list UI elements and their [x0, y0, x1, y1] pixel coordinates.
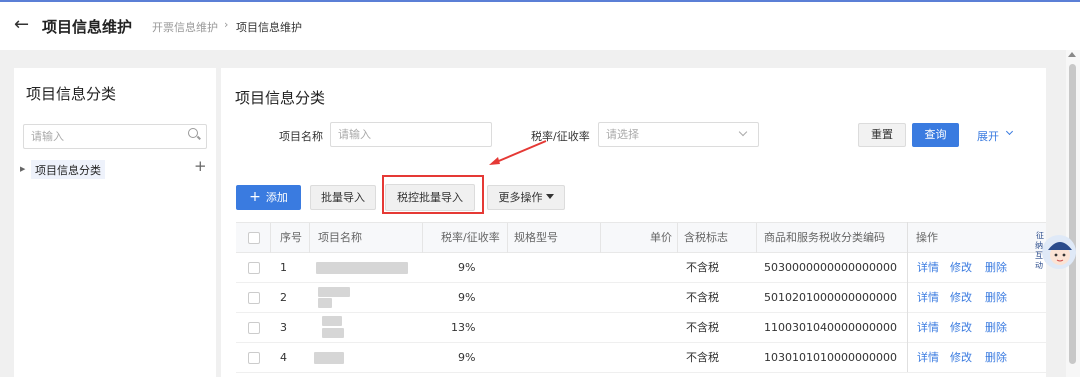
row-index: 1 — [280, 261, 287, 274]
scroll-up-icon[interactable] — [1068, 52, 1076, 57]
expand-filters-link[interactable]: 展开 — [977, 128, 999, 144]
column-divider — [422, 223, 423, 253]
row-tax-flag: 不含税 — [686, 351, 719, 364]
row-index: 4 — [280, 351, 287, 364]
list-title: 项目信息分类 — [235, 89, 326, 107]
col-name: 项目名称 — [318, 231, 362, 244]
row-rate: 9% — [458, 351, 476, 364]
annotation-arrow — [489, 140, 547, 165]
row-checkbox[interactable] — [248, 262, 260, 274]
tax-rate-select[interactable]: 请选择 — [598, 122, 759, 147]
more-actions-button[interactable]: 更多操作 — [487, 185, 565, 210]
col-rate: 税率/征收率 — [441, 231, 500, 244]
row-code: 5010201000000000000 — [764, 291, 897, 304]
row-rate: 9% — [458, 291, 476, 304]
table-row: 1 9% 不含税 5030000000000000000 详情 修改 删除 — [236, 253, 1046, 283]
batch-import-button[interactable]: 批量导入 — [310, 185, 376, 210]
search-icon[interactable] — [188, 128, 198, 138]
redacted-name — [318, 287, 350, 297]
interactive-assistant-icon[interactable]: 征 纳 互 动 — [1033, 224, 1077, 276]
mascot-label-2: 纳 — [1035, 240, 1043, 250]
reset-button[interactable]: 重置 — [858, 123, 906, 147]
tax-batch-import-button[interactable]: 税控批量导入 — [385, 184, 475, 211]
expand-chevron-icon[interactable] — [1005, 127, 1014, 136]
row-tax-flag: 不含税 — [686, 321, 719, 334]
page-title: 项目信息维护 — [42, 18, 133, 36]
breadcrumb-parent[interactable]: 开票信息维护 — [152, 19, 218, 35]
table-row: 2 9% 不含税 5010201000000000000 详情 修改 删除 — [236, 283, 1046, 313]
row-rate: 9% — [458, 261, 476, 274]
row-checkbox[interactable] — [248, 352, 260, 364]
col-tax-flag: 含税标志 — [684, 231, 728, 244]
delete-link[interactable]: 删除 — [985, 283, 1007, 313]
mascot-label-4: 动 — [1035, 260, 1043, 270]
delete-link[interactable]: 删除 — [985, 343, 1007, 373]
scroll-thumb[interactable] — [1069, 64, 1076, 364]
category-panel-title: 项目信息分类 — [26, 85, 117, 103]
row-code: 1100301040000000000 — [764, 321, 897, 334]
table-row: 3 13% 不含税 1100301040000000000 详情 修改 删除 — [236, 313, 1046, 343]
mascot-label-1: 征 — [1036, 230, 1044, 240]
column-divider — [677, 223, 678, 253]
tree-expand-icon[interactable]: ▶ — [20, 165, 25, 173]
more-actions-label: 更多操作 — [498, 191, 543, 204]
row-checkbox[interactable] — [248, 292, 260, 304]
row-tax-flag: 不含税 — [686, 291, 719, 304]
breadcrumb-current: 项目信息维护 — [236, 21, 302, 34]
column-divider — [507, 223, 508, 253]
back-arrow-icon[interactable]: ← — [14, 14, 29, 35]
caret-down-icon — [545, 194, 554, 199]
table-header: 序号 项目名称 税率/征收率 规格型号 单价 含税标志 商品和服务税收分类编码 … — [236, 222, 1046, 253]
detail-link[interactable]: 详情 — [917, 283, 939, 313]
redacted-name — [322, 328, 344, 338]
column-divider — [270, 223, 271, 253]
item-list-panel: 项目信息分类 项目名称 税率/征收率 请选择 重置 查询 展开 + 添加 批量导入… — [221, 68, 1046, 377]
table-row: 4 9% 不含税 1030101010000000000 详情 修改 删除 — [236, 343, 1046, 373]
edit-link[interactable]: 修改 — [950, 313, 972, 343]
category-panel: 项目信息分类 ▶ 项目信息分类 + — [14, 68, 216, 377]
delete-link[interactable]: 删除 — [985, 253, 1007, 283]
item-name-label: 项目名称 — [279, 130, 323, 143]
detail-link[interactable]: 详情 — [917, 253, 939, 283]
plus-icon: + — [249, 189, 261, 205]
row-index: 2 — [280, 291, 287, 304]
item-name-input[interactable] — [330, 122, 492, 147]
col-code: 商品和服务税收分类编码 — [764, 231, 885, 244]
redacted-name — [322, 316, 342, 326]
row-tax-flag: 不含税 — [686, 261, 719, 274]
col-actions: 操作 — [916, 231, 938, 244]
add-category-icon[interactable]: + — [194, 157, 207, 175]
column-divider — [309, 223, 310, 253]
query-button[interactable]: 查询 — [912, 123, 959, 147]
tree-node-category[interactable]: 项目信息分类 — [31, 160, 105, 179]
col-price: 单价 — [650, 231, 672, 244]
redacted-name — [314, 352, 344, 364]
detail-link[interactable]: 详情 — [917, 313, 939, 343]
row-code: 5030000000000000000 — [764, 261, 897, 274]
row-rate: 13% — [451, 321, 476, 334]
col-spec: 规格型号 — [514, 231, 558, 244]
category-search-input[interactable] — [23, 124, 207, 149]
add-button[interactable]: + 添加 — [236, 185, 301, 210]
row-code: 1030101010000000000 — [764, 351, 897, 364]
edit-link[interactable]: 修改 — [950, 343, 972, 373]
delete-link[interactable]: 删除 — [985, 313, 1007, 343]
row-checkbox[interactable] — [248, 322, 260, 334]
mascot-label-3: 互 — [1035, 251, 1043, 260]
redacted-name — [318, 298, 332, 308]
row-index: 3 — [280, 321, 287, 334]
column-divider — [600, 223, 601, 253]
redacted-name — [316, 262, 408, 274]
add-button-label: 添加 — [265, 191, 288, 204]
edit-link[interactable]: 修改 — [950, 283, 972, 313]
column-divider — [756, 223, 757, 253]
top-bar: ← 项目信息维护 开票信息维护 › 项目信息维护 — [0, 0, 1080, 50]
breadcrumb-separator-icon: › — [224, 18, 229, 31]
select-all-checkbox[interactable] — [248, 232, 260, 244]
col-index: 序号 — [280, 231, 302, 244]
detail-link[interactable]: 详情 — [917, 343, 939, 373]
edit-link[interactable]: 修改 — [950, 253, 972, 283]
actions-column-divider — [907, 222, 908, 372]
